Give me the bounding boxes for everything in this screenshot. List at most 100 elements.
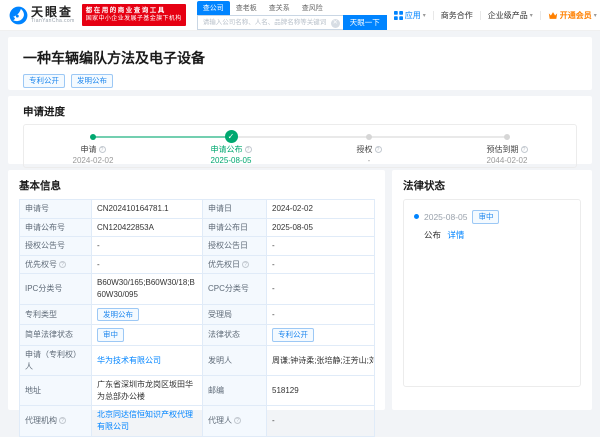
progress-step-grant: 授权? - — [300, 130, 438, 165]
info-icon[interactable]: ? — [234, 417, 241, 424]
field-value: CN202410164781.1 — [92, 200, 203, 219]
field-label: 授权公告日 — [203, 237, 267, 256]
step-label: 申请 — [81, 145, 97, 154]
nav-apps-label: 应用 — [405, 10, 421, 21]
legal-status-tag: 专利公开 — [272, 328, 314, 342]
search-area: 查公司 查老板 查关系 查风险 ✕ 天眼一下 — [197, 1, 387, 30]
table-row: 授权公告号 - 授权公告日 - — [20, 237, 375, 256]
tianyancha-logo-icon — [9, 6, 28, 25]
field-value: 广东省深圳市龙岗区坂田华为总部办公楼 — [92, 376, 203, 406]
step-label: 预估到期 — [487, 145, 519, 154]
timeline-dot — [414, 214, 419, 219]
info-icon[interactable]: ? — [242, 261, 249, 268]
logo-text: 天眼查 — [31, 6, 75, 18]
table-row: 简单法律状态 审中 法律状态 专利公开 — [20, 325, 375, 346]
field-label: 申请号 — [20, 200, 92, 219]
tab-risk[interactable]: 查风险 — [296, 1, 329, 15]
step-date: 2025-08-05 — [162, 156, 300, 165]
check-icon: ✓ — [225, 130, 238, 143]
tab-relation[interactable]: 查关系 — [263, 1, 296, 15]
logo-domain: TianYanCha.com — [31, 18, 75, 24]
table-row: 申请号 CN202410164781.1 申请日 2024-02-02 — [20, 200, 375, 219]
info-icon[interactable]: ? — [521, 146, 528, 153]
field-value: - — [92, 255, 203, 274]
table-row: IPC分类号 B60W30/165;B60W30/18;B60W30/095 C… — [20, 274, 375, 304]
field-label: IPC分类号 — [20, 274, 92, 304]
step-dot — [366, 134, 372, 140]
patent-tag-invention: 发明公布 — [71, 74, 113, 88]
nav-separator — [480, 11, 481, 20]
field-value: - — [267, 304, 375, 325]
info-icon[interactable]: ? — [99, 146, 106, 153]
tab-boss[interactable]: 查老板 — [230, 1, 263, 15]
inventors-value: 周谦;钟诗柔;张培静;汪芳山;刘晓波 — [267, 346, 375, 376]
info-icon[interactable]: ? — [375, 146, 382, 153]
basic-info-card: 基本信息 申请号 CN202410164781.1 申请日 2024-02-02… — [8, 170, 385, 410]
tab-company[interactable]: 查公司 — [197, 1, 230, 15]
clear-icon[interactable]: ✕ — [331, 19, 340, 28]
patent-tag-publicity: 专利公开 — [23, 74, 65, 88]
legal-status-detail-link[interactable]: 详情 — [447, 230, 464, 240]
field-label: 受理局 — [203, 304, 267, 325]
field-value: B60W30/165;B60W30/18;B60W30/095 — [92, 274, 203, 304]
field-label: 简单法律状态 — [20, 325, 92, 346]
application-progress-card: 申请进度 申请? 2024-02-02 ✓ 申请公布? 2025-08-05 授… — [8, 96, 592, 164]
agency-link[interactable]: 北京同达信恒知识产权代理有限公司 — [97, 410, 193, 431]
nav-enterprise[interactable]: 企业级产品 ▾ — [488, 10, 533, 21]
legal-status-box: 2025-08-05 审中 公布 详情 — [403, 199, 581, 387]
header-nav: 应用 ▾ 商务合作 企业级产品 ▾ 开通会员 ▾ 超级风... ▾ — [394, 10, 600, 21]
legal-status-item: 2025-08-05 审中 — [414, 210, 570, 224]
legal-status-card: 法律状态 2025-08-05 审中 公布 详情 — [392, 170, 592, 410]
field-label: 申请日 — [203, 200, 267, 219]
table-row: 专利类型 发明公布 受理局 - — [20, 304, 375, 325]
legal-status-event: 公布 — [424, 230, 441, 240]
simple-legal-status-tag: 审中 — [97, 328, 124, 342]
patent-title-card: 一种车辆编队方法及电子设备 专利公开 发明公布 — [8, 37, 592, 90]
step-date: 2024-02-02 — [24, 156, 162, 165]
page-title: 一种车辆编队方法及电子设备 — [23, 48, 577, 68]
field-label: 代理机构 — [25, 416, 57, 425]
info-icon[interactable]: ? — [59, 417, 66, 424]
promo-line1: 都在用的商业查询工具 — [86, 6, 182, 16]
field-label: 代理人 — [208, 416, 232, 425]
basic-info-heading: 基本信息 — [19, 178, 374, 193]
field-label: 申请公布号 — [20, 218, 92, 237]
logo[interactable]: 天眼查 TianYanCha.com — [9, 6, 75, 25]
progress-step-expiry: 预估到期? 2044-02-02 — [438, 130, 576, 165]
progress-step-publication: ✓ 申请公布? 2025-08-05 — [162, 130, 300, 165]
search-input[interactable] — [198, 16, 343, 29]
field-label: 优先权号 — [25, 260, 57, 269]
table-row: 优先权号? - 优先权日? - — [20, 255, 375, 274]
field-value: - — [267, 255, 375, 274]
field-label: 发明人 — [203, 346, 267, 376]
step-date: 2044-02-02 — [438, 156, 576, 165]
field-value: - — [267, 406, 375, 436]
field-label: CPC分类号 — [203, 274, 267, 304]
legal-status-date: 2025-08-05 — [424, 212, 467, 222]
nav-vip[interactable]: 开通会员 ▾ — [548, 10, 597, 21]
progress-timeline: 申请? 2024-02-02 ✓ 申请公布? 2025-08-05 授权? - … — [23, 124, 577, 168]
nav-enterprise-label: 企业级产品 — [488, 10, 528, 21]
step-dot — [504, 134, 510, 140]
nav-cooperation-label: 商务合作 — [441, 10, 473, 21]
step-label: 授权 — [357, 145, 373, 154]
info-icon[interactable]: ? — [245, 146, 252, 153]
field-label: 优先权日 — [208, 260, 240, 269]
search-button[interactable]: 天眼一下 — [343, 15, 387, 30]
table-row: 申请（专利权）人 华为技术有限公司 发明人 周谦;钟诗柔;张培静;汪芳山;刘晓波 — [20, 346, 375, 376]
nav-separator — [540, 11, 541, 20]
table-row: 地址 广东省深圳市龙岗区坂田华为总部办公楼 邮编 518129 — [20, 376, 375, 406]
field-label: 地址 — [20, 376, 92, 406]
field-value: - — [92, 237, 203, 256]
step-label: 申请公布 — [211, 145, 243, 154]
nav-cooperation[interactable]: 商务合作 — [441, 10, 473, 21]
applicant-link[interactable]: 华为技术有限公司 — [97, 356, 161, 365]
chevron-down-icon: ▾ — [594, 12, 597, 19]
field-label: 授权公告号 — [20, 237, 92, 256]
info-icon[interactable]: ? — [59, 261, 66, 268]
nav-apps[interactable]: 应用 ▾ — [394, 10, 426, 21]
legal-status-heading: 法律状态 — [403, 178, 581, 193]
field-label: 专利类型 — [20, 304, 92, 325]
nav-separator — [433, 11, 434, 20]
table-row: 代理机构? 北京同达信恒知识产权代理有限公司 代理人? - — [20, 406, 375, 436]
